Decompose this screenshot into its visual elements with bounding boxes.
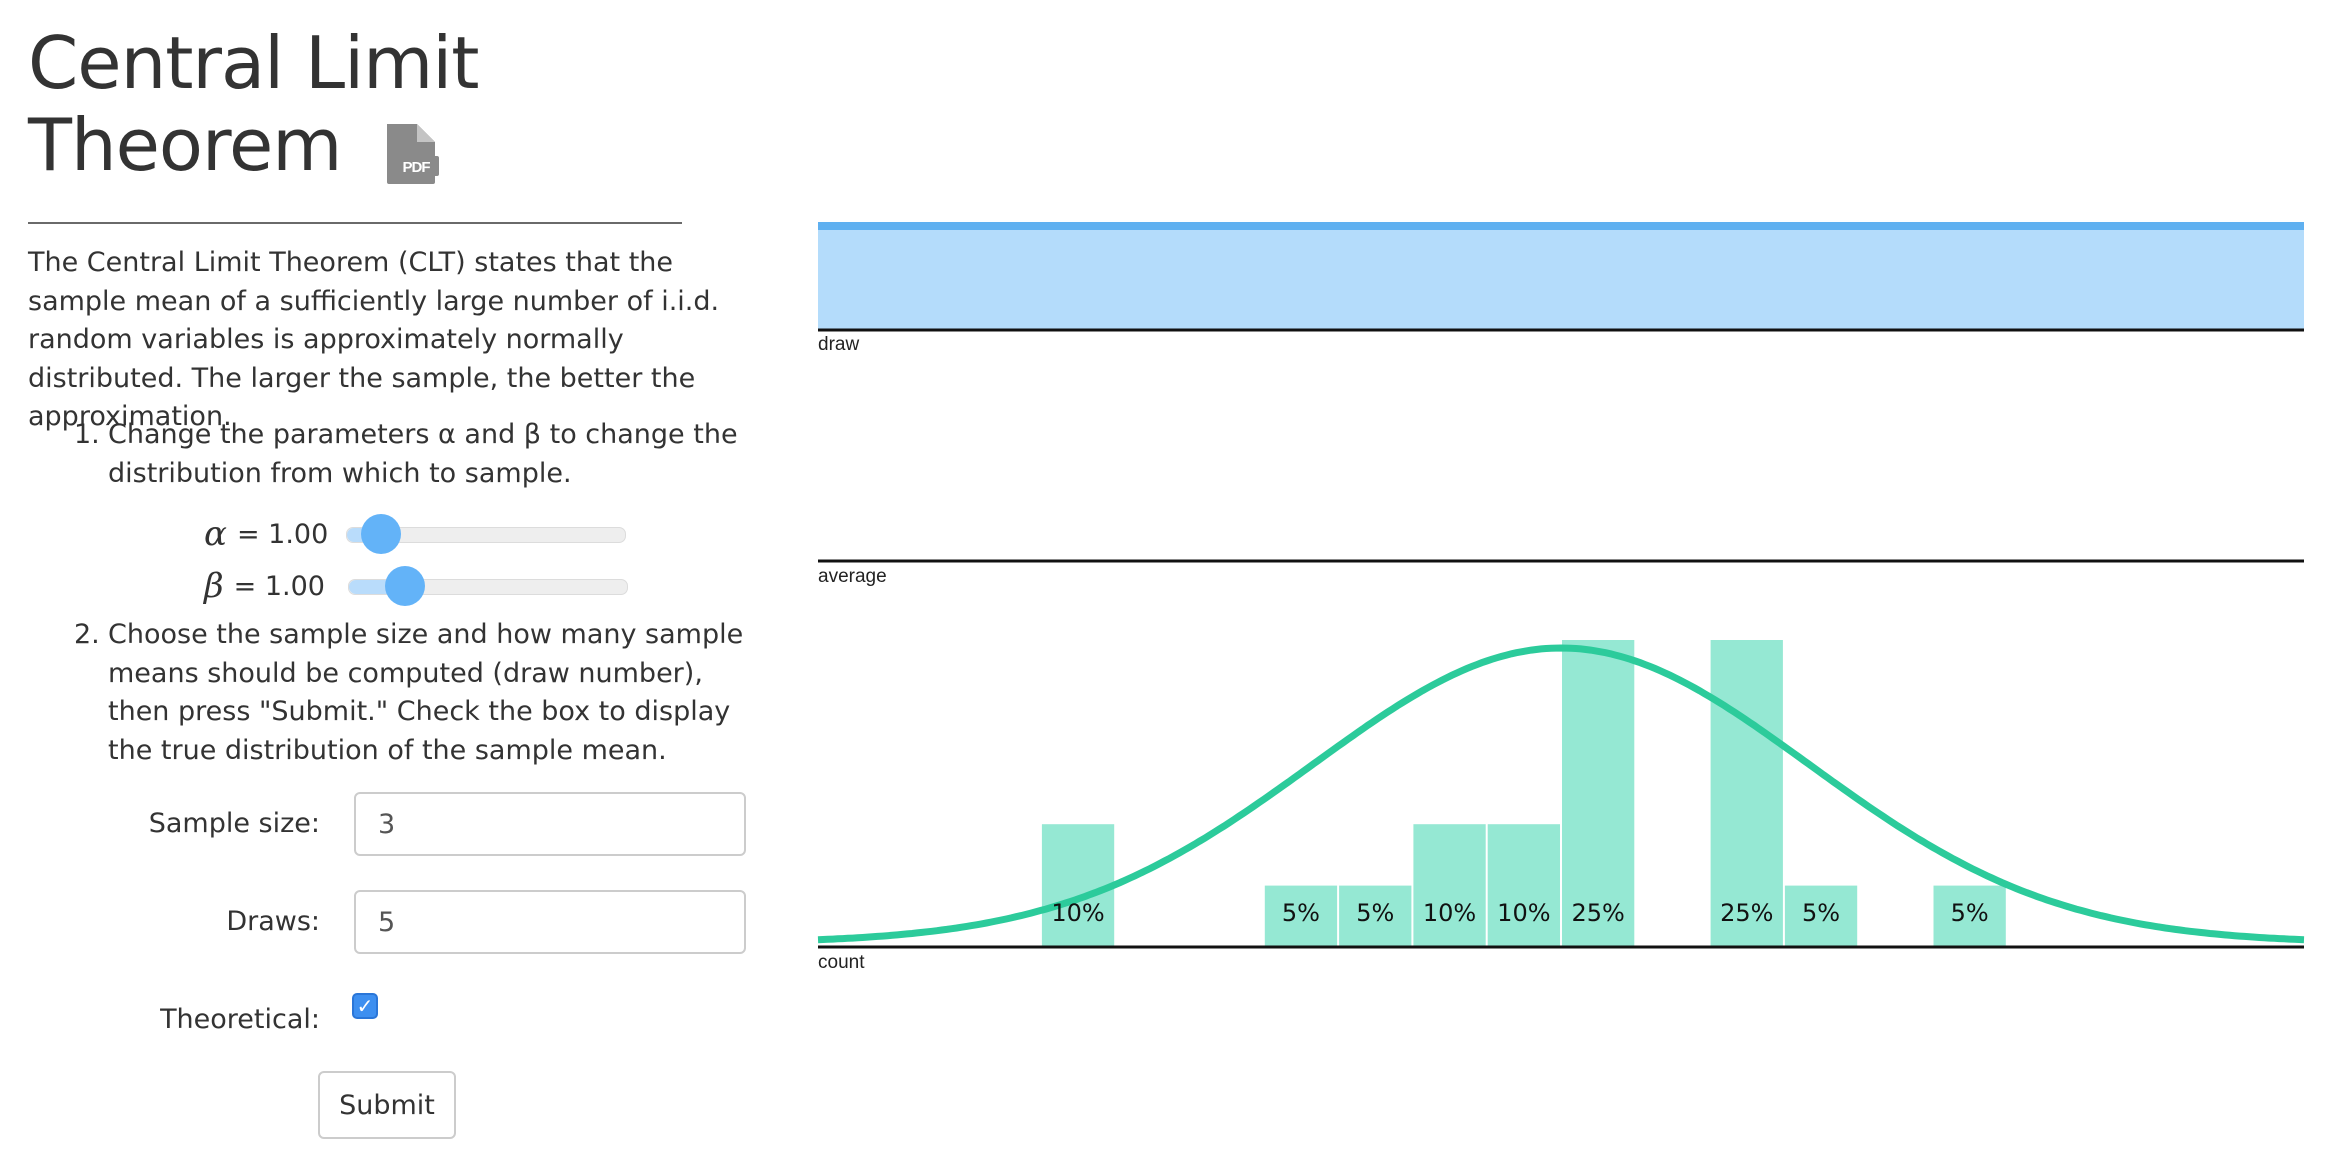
clt-visualization: draw average 10% 5% 5% 10% 10% 25% 25% 5% 5% cou… bbox=[817, 222, 2305, 973]
draw-distribution-area bbox=[818, 222, 2304, 330]
bar-percent-label: 10% bbox=[1423, 899, 1476, 927]
bar-percent-label: 10% bbox=[1497, 899, 1550, 927]
bar-percent-label: 25% bbox=[1571, 899, 1624, 927]
bar-percent-label: 10% bbox=[1051, 899, 1104, 927]
count-bar bbox=[1413, 824, 1486, 947]
bar-percent-label: 5% bbox=[1282, 899, 1320, 927]
average-axis-label: average bbox=[818, 566, 887, 587]
bar-percent-label: 5% bbox=[1802, 899, 1840, 927]
bar-percent-label: 5% bbox=[1356, 899, 1394, 927]
count-bar bbox=[1041, 824, 1115, 947]
theoretical-curve bbox=[817, 644, 2305, 944]
bar-percent-label: 25% bbox=[1720, 899, 1773, 927]
draw-axis-label: draw bbox=[818, 334, 859, 355]
count-axis-label: count bbox=[818, 952, 865, 973]
bar-percent-label: 5% bbox=[1951, 899, 1989, 927]
count-bar bbox=[1487, 824, 1560, 947]
